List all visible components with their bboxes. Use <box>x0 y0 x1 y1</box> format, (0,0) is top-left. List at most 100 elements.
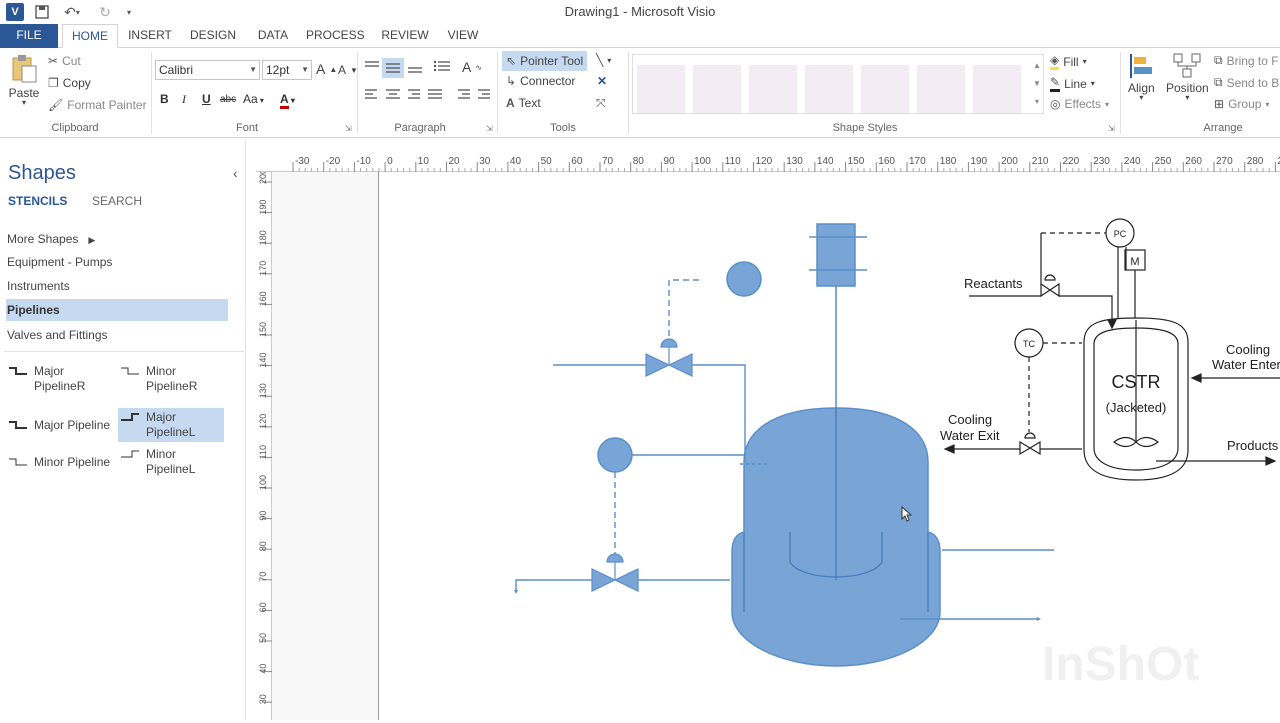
position-button[interactable]: Position ▾ <box>1166 52 1209 102</box>
style-thumbnail[interactable] <box>805 65 853 113</box>
tab-data[interactable]: DATA <box>250 24 296 48</box>
tab-process[interactable]: PROCESS <box>306 24 365 48</box>
ruler-label: 180 <box>258 230 268 245</box>
drawing-canvas[interactable]: PC M TC Reactants Cooling Water Enter Co… <box>272 172 1280 720</box>
italic-button[interactable]: I <box>182 92 186 107</box>
shape-major-pipeline-l[interactable]: Major PipelineL <box>118 408 224 442</box>
more-shapes-menu[interactable]: More Shapes ▶ <box>6 228 228 250</box>
tab-insert[interactable]: INSERT <box>124 24 176 48</box>
stencil-equipment-pumps[interactable]: Equipment - Pumps <box>6 251 228 273</box>
group-button[interactable]: ⊞ Group ▾ <box>1214 97 1269 111</box>
grow-font-button[interactable]: A ▲ <box>316 61 337 77</box>
stencil-valves-and-fittings[interactable]: Valves and Fittings <box>6 324 228 346</box>
ruler-label: 50 <box>258 633 268 643</box>
shape-major-pipeline-r[interactable]: Major PipelineR <box>8 364 112 394</box>
ruler-label: 190 <box>258 200 268 215</box>
shape-minor-pipeline-l[interactable]: Minor PipelineL <box>120 447 224 477</box>
tab-review[interactable]: REVIEW <box>378 24 432 48</box>
style-thumbnail[interactable] <box>637 65 685 113</box>
tab-file[interactable]: FILE <box>0 24 58 48</box>
style-thumbnail[interactable] <box>749 65 797 113</box>
effects-icon: ◎ <box>1050 97 1061 111</box>
shape-label: Minor PipelineR <box>146 364 198 393</box>
gallery-scroll[interactable]: ▲ ▼ ▾ <box>1031 57 1043 111</box>
fill-button[interactable]: ◈ Fill ▾ <box>1050 53 1087 70</box>
shapes-panel-title: Shapes <box>8 162 76 184</box>
copy-label: Copy <box>62 76 91 90</box>
align-button[interactable]: Align ▾ <box>1128 52 1155 102</box>
pen-icon: ✎ <box>1050 75 1061 92</box>
line-tool-button[interactable]: ╲ ▾ <box>596 53 611 67</box>
horizontal-ruler-ticks: -30 -20 -10 0 10 20 30 40 50 60 70 80 90 100 110 120 130… <box>292 156 1280 172</box>
shrink-font-button[interactable]: A ▼ <box>338 63 358 77</box>
send-to-back-button[interactable]: ⧉ Send to B <box>1214 75 1279 90</box>
shape-label: Major Pipeline <box>34 418 111 432</box>
pointer-icon: ⇖ <box>506 54 517 68</box>
paragraph-dialog-launcher-icon[interactable]: ⇲ <box>486 124 493 133</box>
font-family-select[interactable]: Calibri ▼ <box>155 60 260 80</box>
position-icon <box>1173 53 1201 78</box>
underline-button[interactable]: U <box>202 92 211 106</box>
style-thumbnail[interactable] <box>917 65 965 113</box>
shape-major-pipeline[interactable]: Major Pipeline <box>8 418 116 433</box>
ruler-label: 150 <box>258 322 268 337</box>
text-tool-button[interactable]: A Text <box>506 96 541 110</box>
horizontal-ruler: -30 -20 -10 0 10 20 30 40 50 60 70 80 90 100 110 120 130… <box>256 152 1280 172</box>
bring-to-front-button[interactable]: ⧉ Bring to F <box>1214 53 1279 68</box>
style-thumbnail[interactable] <box>693 65 741 113</box>
send-to-back-icon: ⧉ <box>1214 75 1223 89</box>
bold-button[interactable]: B <box>160 92 169 106</box>
bring-to-front-label: Bring to F <box>1226 53 1279 68</box>
chevron-down-icon: ▼ <box>249 65 257 74</box>
connector-label: Connector <box>520 74 576 88</box>
shape-styles-gallery[interactable]: ▲ ▼ ▾ <box>632 54 1044 114</box>
tab-search[interactable]: SEARCH <box>92 194 142 208</box>
minor-pipeline-icon <box>9 458 27 466</box>
effects-button[interactable]: ◎ Effects ▾ <box>1050 97 1109 111</box>
stencil-instruments[interactable]: Instruments <box>6 275 228 297</box>
collapse-panel-button[interactable]: ‹ <box>233 165 238 181</box>
tab-view[interactable]: VIEW <box>442 24 484 48</box>
line-button[interactable]: ✎ Line ▾ <box>1050 75 1095 92</box>
shape-minor-pipeline[interactable]: Minor Pipeline <box>8 455 116 470</box>
shape-styles-group-label: Shape Styles <box>832 122 898 134</box>
style-thumbnail[interactable] <box>861 65 909 113</box>
paste-button[interactable]: Paste ▾ <box>6 54 42 107</box>
group-icon: ⊞ <box>1214 97 1225 111</box>
font-color-button[interactable]: A ▾ <box>280 92 295 109</box>
copy-button[interactable]: ❐ Copy <box>48 76 91 90</box>
text-direction-icon[interactable]: A ∿ <box>462 59 482 75</box>
tab-design[interactable]: DESIGN <box>186 24 240 48</box>
ruler-label: 30 <box>479 156 491 167</box>
text-icon: A <box>506 96 515 110</box>
style-thumbnail[interactable] <box>973 65 1021 113</box>
font-color-label: A <box>280 92 289 109</box>
diagram-layer[interactable]: PC M TC Reactants Cooling Water Enter Co… <box>272 172 1280 720</box>
line-icon: ╲ <box>596 53 604 67</box>
connector-button[interactable]: ↳ Connector <box>506 74 575 88</box>
chevron-right-icon: ▶ <box>88 235 96 245</box>
connection-point-button[interactable]: ⤧ <box>596 96 606 111</box>
tab-stencils[interactable]: STENCILS <box>8 194 67 208</box>
font-size-select[interactable]: 12pt ▼ <box>262 60 312 80</box>
cooling-exit-label-1: Cooling <box>948 412 992 427</box>
strikethrough-button[interactable]: abc <box>220 94 236 105</box>
tab-home[interactable]: HOME <box>62 24 118 48</box>
delete-connector-button[interactable]: ✕ <box>597 74 607 88</box>
font-dialog-launcher-icon[interactable]: ⇲ <box>345 124 352 133</box>
cooling-enter-label-1: Cooling <box>1226 342 1270 357</box>
cooling-exit-label-2: Water Exit <box>940 428 1000 443</box>
ruler-label: 60 <box>258 602 268 612</box>
ribbon: Paste ▾ ✂ Cut ❐ Copy 🖌 Format Painter Clipb… <box>0 48 1280 138</box>
change-case-button[interactable]: Aa ▾ <box>243 92 264 106</box>
shape-minor-pipeline-r[interactable]: Minor PipelineR <box>120 364 224 394</box>
minor-pipeline-r-icon <box>121 367 139 375</box>
align-icon <box>1130 54 1153 78</box>
format-painter-button[interactable]: 🖌 Format Painter <box>48 98 147 112</box>
shape-styles-dialog-launcher-icon[interactable]: ⇲ <box>1108 124 1115 133</box>
paste-icon <box>12 55 37 83</box>
pointer-tool-button[interactable]: ⇖ Pointer Tool <box>502 51 588 71</box>
window-title: Drawing1 - Microsoft Visio <box>564 4 716 19</box>
stencil-pipelines[interactable]: Pipelines <box>6 299 228 321</box>
cut-button[interactable]: ✂ Cut <box>48 54 81 68</box>
